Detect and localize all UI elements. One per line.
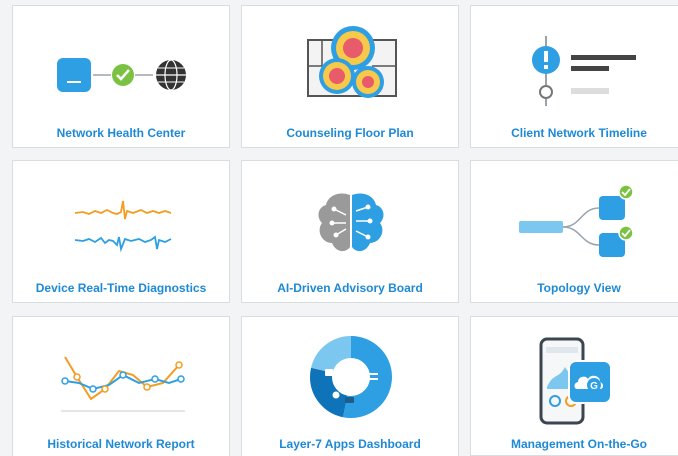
tile-label: Client Network Timeline bbox=[511, 126, 647, 140]
tile-client-network-timeline[interactable]: Client Network Timeline bbox=[470, 5, 678, 148]
device-check-globe-icon bbox=[57, 58, 186, 92]
mobile-app-icon: G bbox=[539, 337, 612, 425]
tile-label: Counseling Floor Plan bbox=[286, 126, 414, 140]
floor-plan-heatmap-icon bbox=[307, 26, 397, 98]
tile-topology-view[interactable]: Topology View bbox=[470, 160, 678, 303]
waveform-icon bbox=[74, 200, 172, 253]
tile-network-health-center[interactable]: Network Health Center bbox=[12, 5, 230, 148]
donut-chart-icon bbox=[310, 336, 392, 418]
tile-ai-driven-advisory-board[interactable]: AI-Driven Advisory Board bbox=[241, 160, 459, 303]
tile-management-on-the-go[interactable]: G Management On-the-Go bbox=[470, 316, 678, 456]
topology-icon bbox=[519, 184, 634, 257]
line-graph-icon bbox=[61, 356, 185, 412]
tile-label: Layer-7 Apps Dashboard bbox=[279, 437, 421, 451]
tile-label: Management On-the-Go bbox=[510, 437, 647, 451]
feature-grid: Network Health Center Counseling Floor P… bbox=[0, 0, 678, 456]
tile-label: Historical Network Report bbox=[47, 437, 195, 451]
tile-label: AI-Driven Advisory Board bbox=[277, 281, 423, 295]
svg-text:G: G bbox=[590, 381, 598, 392]
tile-counseling-floor-plan[interactable]: Counseling Floor Plan bbox=[241, 5, 459, 148]
tile-historical-network-report[interactable]: Historical Network Report bbox=[12, 316, 230, 456]
tile-layer-7-apps-dashboard[interactable]: Layer-7 Apps Dashboard bbox=[241, 316, 459, 456]
tile-label: Topology View bbox=[537, 281, 621, 295]
tile-label: Device Real-Time Diagnostics bbox=[35, 281, 207, 295]
tile-device-real-time-diagnostics[interactable]: Device Real-Time Diagnostics bbox=[12, 160, 230, 303]
alert-timeline-icon bbox=[532, 36, 636, 106]
ai-brain-icon bbox=[318, 193, 384, 252]
tile-label: Network Health Center bbox=[56, 126, 186, 140]
